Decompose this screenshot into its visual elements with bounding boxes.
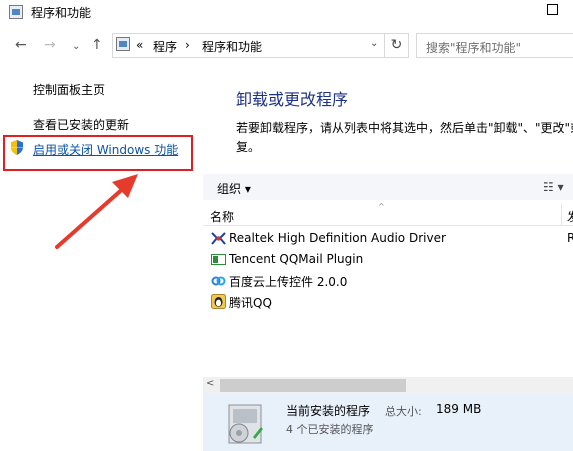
- windows-features-link[interactable]: 启用或关闭 Windows 功能: [33, 141, 178, 158]
- organize-menu-button[interactable]: 组织 ▾: [217, 180, 251, 197]
- address-dropdown-icon[interactable]: ⌄: [370, 38, 378, 49]
- realtek-audio-icon: [211, 231, 226, 246]
- sort-ascending-icon: ^: [378, 202, 385, 211]
- column-header-row: [203, 204, 573, 226]
- description-line-2: 复。: [236, 140, 261, 154]
- breadcrumb-programs-features[interactable]: 程序和功能: [202, 38, 262, 55]
- breadcrumb-programs[interactable]: 程序: [153, 38, 177, 55]
- qqmail-icon: [211, 252, 226, 267]
- column-header-name[interactable]: 名称: [210, 208, 234, 225]
- command-toolbar: [203, 174, 573, 200]
- view-installed-updates-link[interactable]: 查看已安装的更新: [33, 116, 129, 133]
- details-size-value: 189 MB: [436, 402, 482, 416]
- page-description: 若要卸载程序，请从列表中将其选中，然后单击"卸载"、"更改"或 复。: [236, 119, 573, 157]
- back-arrow-icon[interactable]: ←: [15, 36, 27, 54]
- maximize-icon[interactable]: [547, 4, 558, 15]
- up-arrow-icon[interactable]: ↑: [91, 36, 103, 54]
- qq-icon: [211, 294, 226, 309]
- column-header-publisher[interactable]: 发: [567, 208, 573, 225]
- pane-divider: [201, 64, 202, 451]
- details-title: 当前安装的程序: [286, 404, 371, 418]
- column-separator[interactable]: [561, 204, 562, 226]
- view-options-icon[interactable]: ☷ ▾: [543, 180, 564, 194]
- refresh-icon[interactable]: ↻: [384, 34, 408, 57]
- control-panel-icon: [116, 37, 130, 51]
- programs-features-icon: [9, 5, 23, 19]
- search-input[interactable]: 搜索"程序和功能": [416, 33, 573, 58]
- installed-programs-icon: [228, 404, 263, 444]
- details-program-count: 4 个已安装的程序: [286, 423, 374, 436]
- recent-locations-icon[interactable]: ⌄: [72, 38, 80, 56]
- chevron-right-icon[interactable]: ›: [185, 38, 190, 52]
- description-line-1: 若要卸载程序，请从列表中将其选中，然后单击"卸载"、"更改"或: [236, 121, 573, 135]
- breadcrumb-overflow[interactable]: «: [136, 38, 143, 52]
- baidu-cloud-icon: [211, 273, 226, 288]
- scrollbar-thumb[interactable]: [220, 379, 406, 392]
- list-item[interactable]: 百度云上传控件 2.0.0: [229, 273, 347, 290]
- list-item-publisher: R: [567, 231, 573, 245]
- scroll-left-icon[interactable]: <: [206, 378, 214, 389]
- window-title: 程序和功能: [31, 6, 92, 20]
- control-panel-home-link[interactable]: 控制面板主页: [33, 81, 105, 98]
- list-item[interactable]: 腾讯QQ: [229, 294, 272, 311]
- forward-arrow-icon[interactable]: →: [44, 36, 56, 54]
- page-title: 卸载或更改程序: [236, 90, 349, 109]
- list-item[interactable]: Tencent QQMail Plugin: [229, 252, 363, 266]
- list-item[interactable]: Realtek High Definition Audio Driver: [229, 231, 446, 245]
- shield-icon: [11, 140, 23, 155]
- details-size-label: 总大小:: [385, 405, 422, 418]
